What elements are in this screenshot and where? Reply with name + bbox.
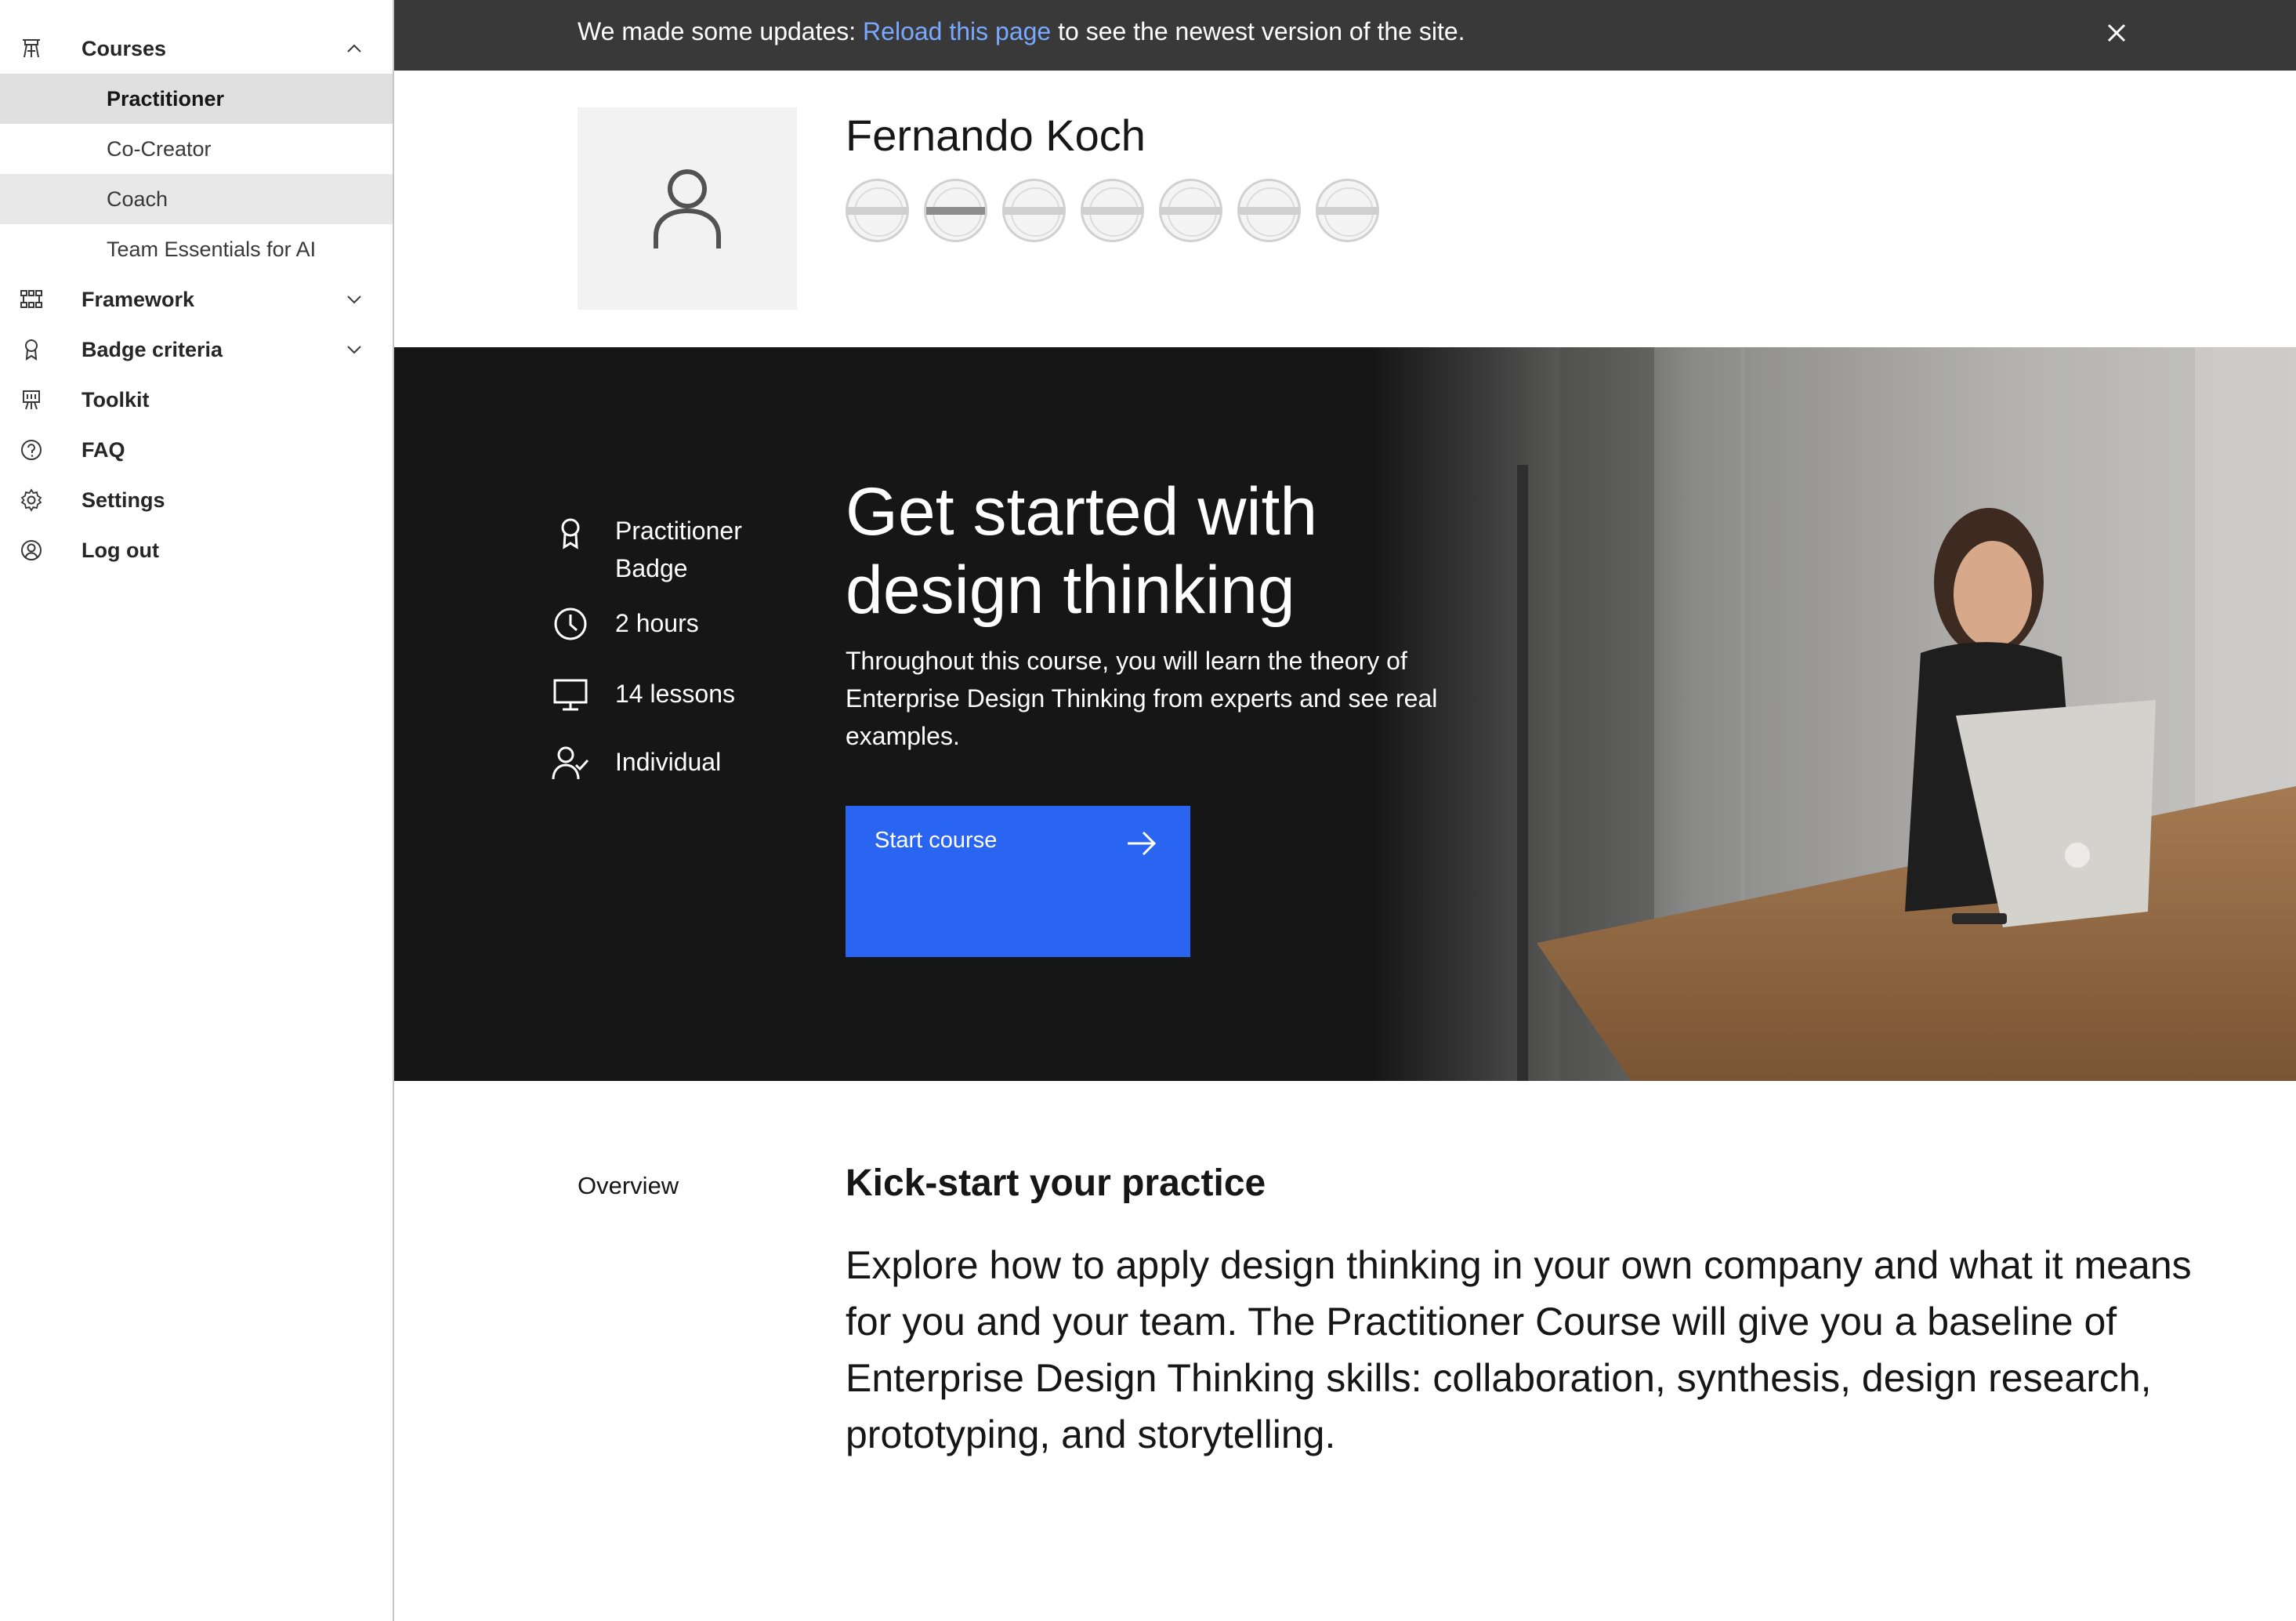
arrow-right-icon xyxy=(1128,831,1157,856)
sidebar-sublabel-practitioner: Practitioner xyxy=(107,86,225,111)
banner-message: We made some updates: Reload this page t… xyxy=(578,17,1465,46)
badge-list xyxy=(846,179,1379,242)
sidebar-item-settings[interactable]: Settings xyxy=(0,475,393,525)
sidebar-label-badge-criteria: Badge criteria xyxy=(81,337,223,361)
badge-practitioner-icon[interactable] xyxy=(846,179,909,242)
chevron-down-icon xyxy=(347,346,361,354)
start-course-button[interactable]: Start course xyxy=(846,806,1190,957)
sidebar-item-toolkit[interactable]: Toolkit xyxy=(0,375,393,425)
sidebar-label-courses: Courses xyxy=(81,36,167,60)
sidebar-label-settings: Settings xyxy=(81,488,165,512)
hero-title: Get started with design thinking xyxy=(846,473,1551,629)
toolkit-icon xyxy=(17,386,45,414)
badge-leader-icon[interactable] xyxy=(1159,179,1222,242)
avatar xyxy=(578,107,797,310)
sidebar-item-framework[interactable]: Framework xyxy=(0,274,393,325)
meta-badge-line2: Badge xyxy=(615,554,688,582)
sidebar-item-badge-criteria[interactable]: Badge criteria xyxy=(0,325,393,375)
user-icon xyxy=(654,169,721,248)
badge-advocate-icon[interactable] xyxy=(1081,179,1144,242)
banner-text-before: We made some updates: xyxy=(578,17,864,45)
sidebar: Courses Practitioner Co-Creator Coach Te… xyxy=(0,0,394,1621)
sidebar-item-faq[interactable]: FAQ xyxy=(0,425,393,475)
badge-sustainability-icon[interactable] xyxy=(1316,179,1379,242)
sidebar-item-practitioner[interactable]: Practitioner xyxy=(0,74,393,124)
start-course-label: Start course xyxy=(875,828,998,853)
meta-badge-line1: Practitioner xyxy=(615,517,742,545)
badge-icon xyxy=(17,335,45,364)
badge-team-essentials-icon[interactable] xyxy=(1237,179,1301,242)
hero-photo xyxy=(1372,347,2296,1081)
hero-title-line1: Get started with xyxy=(846,474,1318,549)
meta-lessons-text: 14 lessons xyxy=(615,680,735,708)
sidebar-item-co-creator[interactable]: Co-Creator xyxy=(0,124,393,174)
hero-description: Throughout this course, you will learn t… xyxy=(846,647,1438,750)
chevron-up-icon xyxy=(347,44,361,53)
meta-format-text: Individual xyxy=(615,748,722,776)
sidebar-label-toolkit: Toolkit xyxy=(81,387,150,412)
badge-icon xyxy=(561,518,580,549)
reload-page-link[interactable]: Reload this page xyxy=(863,17,1051,45)
page: Courses Practitioner Co-Creator Coach Te… xyxy=(0,0,2296,1621)
courses-icon xyxy=(17,34,45,63)
help-icon xyxy=(17,436,45,464)
overview-label: Overview xyxy=(578,1172,679,1199)
meta-duration-text: 2 hours xyxy=(615,609,699,637)
overview-title: Kick-start your practice xyxy=(846,1162,1266,1204)
course-hero: Practitioner Badge 2 hours 14 lessons In… xyxy=(394,347,2296,1081)
sidebar-item-courses[interactable]: Courses xyxy=(0,24,393,74)
gear-icon xyxy=(17,486,45,514)
sidebar-sublabel-coach: Coach xyxy=(107,187,168,211)
chevron-down-icon xyxy=(347,296,361,304)
badge-coach-icon[interactable] xyxy=(1002,179,1066,242)
banner-text-after: to see the newest version of the site. xyxy=(1051,17,1465,45)
user-circle-icon xyxy=(17,536,45,564)
badge-co-creator-icon[interactable] xyxy=(924,179,987,242)
overview-body: Explore how to apply design thinking in … xyxy=(846,1243,2192,1456)
hero-title-line2: design thinking xyxy=(846,553,1295,628)
clock-icon xyxy=(554,607,587,640)
sidebar-sublabel-co-creator: Co-Creator xyxy=(107,136,212,161)
sidebar-label-faq: FAQ xyxy=(81,437,125,462)
close-icon[interactable] xyxy=(2101,17,2132,49)
sidebar-item-team-essentials[interactable]: Team Essentials for AI xyxy=(0,224,393,274)
sidebar-sublabel-team-essentials: Team Essentials for AI xyxy=(107,237,317,261)
sidebar-item-coach[interactable]: Coach xyxy=(0,174,393,224)
update-banner: We made some updates: Reload this page t… xyxy=(394,0,2296,71)
monitor-icon xyxy=(553,679,588,711)
sidebar-label-log-out: Log out xyxy=(81,538,159,562)
profile-name: Fernando Koch xyxy=(846,111,1146,160)
sidebar-label-framework: Framework xyxy=(81,287,195,311)
sidebar-item-log-out[interactable]: Log out xyxy=(0,525,393,575)
individual-icon xyxy=(552,746,589,780)
framework-icon xyxy=(17,285,45,314)
